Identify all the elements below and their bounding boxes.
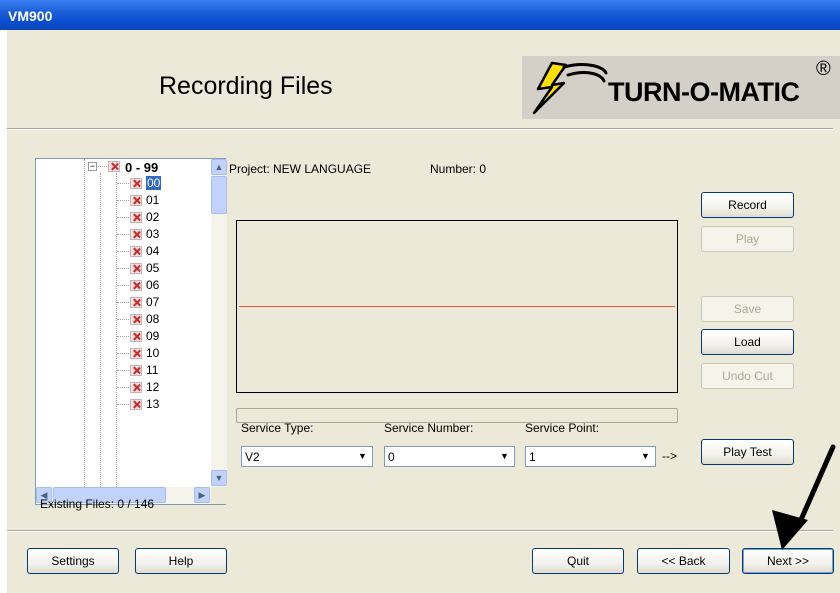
missing-file-icon xyxy=(130,195,142,206)
missing-file-icon xyxy=(130,348,142,359)
tree-item-label[interactable]: 00 xyxy=(146,176,162,190)
tree-item-label[interactable]: 13 xyxy=(146,397,159,411)
service-number-value: 0 xyxy=(388,450,395,464)
service-type-select[interactable]: V2 ▼ xyxy=(241,446,373,467)
back-button[interactable]: << Back xyxy=(637,548,730,574)
service-point-label: Service Point: xyxy=(525,421,600,435)
window-title-bar[interactable]: VM900 xyxy=(0,0,840,30)
tree-item-label[interactable]: 11 xyxy=(146,363,158,377)
scroll-down-icon[interactable]: ▼ xyxy=(211,470,227,486)
load-button[interactable]: Load xyxy=(701,329,794,355)
tree-guide-line xyxy=(117,404,129,405)
chevron-down-icon[interactable]: ▼ xyxy=(496,448,513,465)
brand-logo: TURN-O-MATIC ® xyxy=(522,56,840,119)
tree-guide-line xyxy=(117,183,129,184)
tree-guide-line xyxy=(117,302,129,303)
tree-root-label[interactable]: 0 - 99 xyxy=(125,160,158,175)
page-title: Recording Files xyxy=(159,72,333,100)
tree-item-label[interactable]: 04 xyxy=(146,244,159,258)
missing-file-icon xyxy=(130,399,142,410)
existing-files-count: Existing Files: 0 / 146 xyxy=(40,497,155,511)
tree-item-label[interactable]: 08 xyxy=(146,312,159,326)
tree-item-label[interactable]: 12 xyxy=(146,380,159,394)
tree-item-label[interactable]: 06 xyxy=(146,278,159,292)
waveform-line xyxy=(239,306,675,307)
missing-file-icon xyxy=(130,365,142,376)
tree-guide-line xyxy=(100,173,101,487)
main-window: Recording Files TURN-O-MATIC ® − 0 - 99 … xyxy=(7,30,840,593)
undo-cut-button[interactable]: Undo Cut xyxy=(701,363,794,389)
tree-item-label[interactable]: 02 xyxy=(146,210,159,224)
tree-guide-line xyxy=(117,234,129,235)
missing-file-icon xyxy=(130,382,142,393)
missing-file-icon xyxy=(130,331,142,342)
tree-guide-line xyxy=(117,285,129,286)
brand-logo-text: TURN-O-MATIC xyxy=(608,77,800,107)
window-title: VM900 xyxy=(8,8,53,24)
record-button[interactable]: Record xyxy=(701,192,794,218)
missing-file-icon xyxy=(130,229,142,240)
tree-item-label[interactable]: 05 xyxy=(146,261,159,275)
tree-guide-line xyxy=(117,370,129,371)
tree-vertical-scrollbar[interactable]: ▲ ▼ xyxy=(211,159,227,487)
arrow-indicator: --> xyxy=(662,449,677,463)
lightning-bolt-icon xyxy=(532,61,608,115)
service-point-value: 1 xyxy=(529,450,536,464)
tree-guide-line xyxy=(117,336,129,337)
help-button[interactable]: Help xyxy=(135,548,227,574)
missing-file-icon xyxy=(130,297,142,308)
tree-guide-line xyxy=(117,387,129,388)
tree-item-label[interactable]: 10 xyxy=(146,346,159,360)
tree-guide-line xyxy=(117,251,129,252)
recording-number: Number: 0 xyxy=(430,162,487,176)
play-button[interactable]: Play xyxy=(701,226,794,252)
tree-guide-line xyxy=(84,159,85,487)
service-number-label: Service Number: xyxy=(384,421,474,435)
chevron-down-icon[interactable]: ▼ xyxy=(354,448,371,465)
service-number-select[interactable]: 0 ▼ xyxy=(384,446,515,467)
project-name: Project: NEW LANGUAGE xyxy=(229,162,372,176)
tree-item-label[interactable]: 09 xyxy=(146,329,159,343)
tree-guide-line xyxy=(117,353,129,354)
play-test-button[interactable]: Play Test xyxy=(701,439,794,465)
missing-file-icon xyxy=(130,314,142,325)
scroll-up-icon[interactable]: ▲ xyxy=(211,159,227,175)
quit-button[interactable]: Quit xyxy=(532,548,624,574)
missing-file-icon xyxy=(130,178,142,189)
missing-file-icon xyxy=(108,161,120,172)
scrollbar-corner xyxy=(211,487,227,504)
missing-file-icon xyxy=(130,280,142,291)
tree-item-label[interactable]: 03 xyxy=(146,227,159,241)
scroll-right-icon[interactable]: ▶ xyxy=(194,487,210,503)
tree-guide-line xyxy=(116,173,117,487)
registered-mark: ® xyxy=(816,58,831,80)
missing-file-icon xyxy=(130,246,142,257)
next-button[interactable]: Next >> xyxy=(742,548,834,574)
tree-item-label[interactable]: 01 xyxy=(146,193,159,207)
chevron-down-icon[interactable]: ▼ xyxy=(637,448,654,465)
service-type-label: Service Type: xyxy=(241,421,314,435)
service-type-value: V2 xyxy=(245,450,260,464)
scroll-thumb[interactable] xyxy=(211,176,227,214)
settings-button[interactable]: Settings xyxy=(27,548,119,574)
tree-guide-line xyxy=(117,217,129,218)
tree-guide-line xyxy=(117,200,129,201)
footer-divider xyxy=(7,530,833,532)
file-tree-items: − 0 - 99 00 01 02 03 04 05 06 07 08 09 10 11 12 13 xyxy=(36,159,211,487)
file-tree[interactable]: − 0 - 99 00 01 02 03 04 05 06 07 08 09 10 11 12 13 ▲ … xyxy=(35,158,227,505)
missing-file-icon xyxy=(130,263,142,274)
service-point-select[interactable]: 1 ▼ xyxy=(525,446,656,467)
waveform-display[interactable] xyxy=(236,220,678,393)
tree-item-label[interactable]: 07 xyxy=(146,295,159,309)
collapse-toggle[interactable]: − xyxy=(88,162,97,171)
tree-guide-line xyxy=(117,319,129,320)
save-button[interactable]: Save xyxy=(701,296,794,322)
tree-guide-line xyxy=(117,268,129,269)
header-divider xyxy=(7,128,833,130)
missing-file-icon xyxy=(130,212,142,223)
